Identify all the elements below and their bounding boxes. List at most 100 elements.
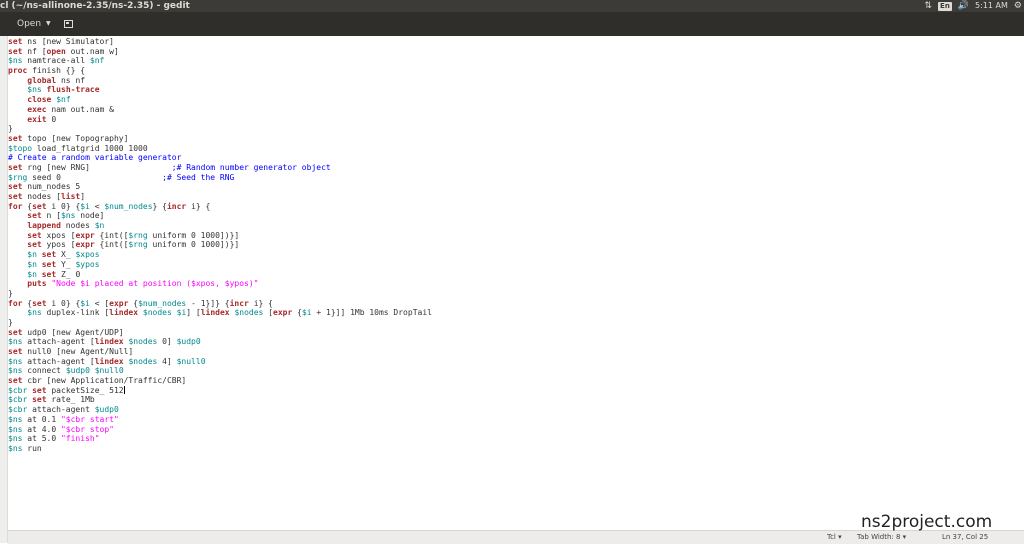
code-token	[8, 85, 27, 94]
code-token: {	[292, 308, 302, 317]
text-editor[interactable]: set ns [new Simulator]set nf [open out.n…	[8, 36, 1024, 530]
code-token: n [	[42, 211, 61, 220]
code-token: expr	[109, 299, 128, 308]
code-token: namtrace-all	[22, 56, 89, 65]
network-arrows-icon[interactable]: ⇅	[925, 0, 933, 12]
chevron-down-icon: ▼	[46, 16, 51, 32]
code-line: $ns at 0.1 "$cbr start"	[8, 415, 432, 425]
open-button-label: Open	[17, 16, 41, 32]
code-token: nodes [	[22, 192, 61, 201]
code-token: $rng	[128, 231, 147, 240]
header-bar: Open ▼	[0, 12, 1024, 36]
code-line: $topo load_flatgrid 1000 1000	[8, 144, 432, 154]
code-token: set	[32, 202, 46, 211]
code-token: $udp0	[95, 405, 119, 414]
code-line: global ns nf	[8, 76, 432, 86]
code-line: proc finish {} {	[8, 66, 432, 76]
code-token: set	[8, 47, 22, 56]
code-token: set	[42, 250, 56, 259]
code-line: $ns attach-agent [lindex $nodes 0] $udp0	[8, 337, 432, 347]
clock[interactable]: 5:11 AM	[975, 0, 1008, 12]
code-token: < [	[90, 299, 109, 308]
cursor-position: Ln 37, Col 25	[942, 531, 988, 544]
code-token: set	[8, 376, 22, 385]
code-token	[8, 308, 27, 317]
code-token: i 0} {	[47, 299, 81, 308]
code-line: }	[8, 289, 432, 299]
code-token: $ns	[8, 357, 22, 366]
code-token: i 0} {	[47, 202, 81, 211]
code-token: $n	[27, 250, 37, 259]
code-line: $ns duplex-link [lindex $nodes $i] [lind…	[8, 308, 432, 318]
code-token: $cbr	[8, 405, 27, 414]
code-token: set	[27, 231, 41, 240]
code-token: lindex	[95, 337, 124, 346]
code-line: exec nam out.nam &	[8, 105, 432, 115]
code-token: expr	[273, 308, 292, 317]
code-token: $ns	[8, 444, 22, 453]
text-cursor	[124, 386, 125, 394]
code-token: exit	[27, 115, 46, 124]
code-token: set	[27, 211, 41, 220]
code-token: attach-agent [	[22, 357, 94, 366]
code-token: $i	[177, 308, 187, 317]
code-token: $null0	[95, 366, 124, 375]
keyboard-indicator[interactable]: En	[938, 2, 952, 11]
code-area[interactable]: set ns [new Simulator]set nf [open out.n…	[8, 37, 432, 454]
code-token: set	[32, 395, 46, 404]
code-token: ;# Seed the RNG	[162, 173, 234, 182]
code-token: {int([	[95, 231, 129, 240]
code-token	[8, 76, 27, 85]
code-token: - 1}]} {	[186, 299, 229, 308]
code-token: $i	[80, 299, 90, 308]
code-token: $i	[302, 308, 312, 317]
code-token: set	[8, 134, 22, 143]
side-gutter	[0, 36, 8, 543]
code-token: $ypos	[75, 260, 99, 269]
code-token: set	[8, 37, 22, 46]
status-bar: Tcl ▾ Tab Width: 8 ▾ Ln 37, Col 25	[8, 530, 1024, 544]
code-token: xpos [	[42, 231, 76, 240]
volume-icon[interactable]: 🔊	[958, 0, 969, 12]
code-line: $ns connect $udp0 $null0	[8, 366, 432, 376]
code-token: out.nam w]	[66, 47, 119, 56]
gear-icon[interactable]: ⚙	[1014, 0, 1022, 12]
code-token: 4]	[157, 357, 176, 366]
code-line: $cbr attach-agent $udp0	[8, 405, 432, 415]
code-token: }	[8, 318, 13, 327]
code-line: $ns namtrace-all $nf	[8, 56, 432, 66]
code-token: connect	[22, 366, 65, 375]
code-token: for	[8, 299, 22, 308]
code-line: $n set X_ $xpos	[8, 250, 432, 260]
code-token	[8, 270, 27, 279]
tab-width-selector[interactable]: Tab Width: 8 ▾	[857, 531, 906, 544]
new-document-button[interactable]	[58, 16, 78, 32]
code-token	[8, 221, 27, 230]
code-token: ] [	[186, 308, 200, 317]
open-button[interactable]: Open ▼	[11, 16, 57, 32]
code-token: lindex	[95, 357, 124, 366]
code-token: $xpos	[75, 250, 99, 259]
code-token: global	[27, 76, 56, 85]
code-token: for	[8, 202, 22, 211]
code-token: open	[47, 47, 66, 56]
code-token	[8, 95, 27, 104]
code-line: $ns flush-trace	[8, 85, 432, 95]
code-token: null0 [new Agent/Null]	[22, 347, 133, 356]
new-document-icon	[64, 20, 73, 28]
code-token: $ns	[8, 366, 22, 375]
code-token: at 0.1	[22, 415, 61, 424]
window-title: cl (~/ns-allinone-2.35/ns-2.35) - gedit	[0, 0, 190, 12]
code-token: set	[42, 260, 56, 269]
code-line: set udp0 [new Agent/UDP]	[8, 328, 432, 338]
code-token: exec	[27, 105, 46, 114]
code-token	[8, 279, 27, 288]
code-token: ;# Random number generator object	[172, 163, 331, 172]
code-token: ypos [	[42, 240, 76, 249]
code-token: $cbr	[8, 395, 27, 404]
code-token: i} {	[249, 299, 273, 308]
code-line: set nf [open out.nam w]	[8, 47, 432, 57]
language-selector[interactable]: Tcl ▾	[827, 531, 842, 544]
code-token: run	[22, 444, 41, 453]
code-token: at 4.0	[22, 425, 61, 434]
